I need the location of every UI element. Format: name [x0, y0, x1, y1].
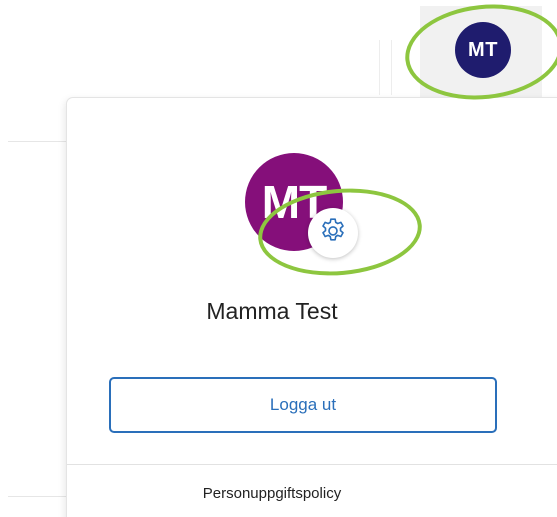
menu-divider	[67, 464, 557, 465]
user-name: Mamma Test	[206, 298, 338, 324]
background-divider	[8, 141, 68, 142]
profile-settings-button[interactable]	[308, 208, 358, 258]
privacy-policy-link[interactable]: Personuppgiftspolicy	[67, 485, 477, 502]
header-avatar-button[interactable]: MT	[455, 22, 511, 78]
logout-button[interactable]: Logga ut	[109, 377, 497, 433]
gear-icon	[318, 216, 348, 251]
profile-dropdown-menu: MT Mamma Test Logga ut Personuppgiftspol…	[67, 98, 557, 517]
background-divider	[8, 496, 68, 497]
background-separator	[379, 40, 380, 95]
background-separator	[391, 40, 392, 95]
page: MT MT Mamma Test Logga ut Personuppgifts…	[0, 0, 557, 517]
